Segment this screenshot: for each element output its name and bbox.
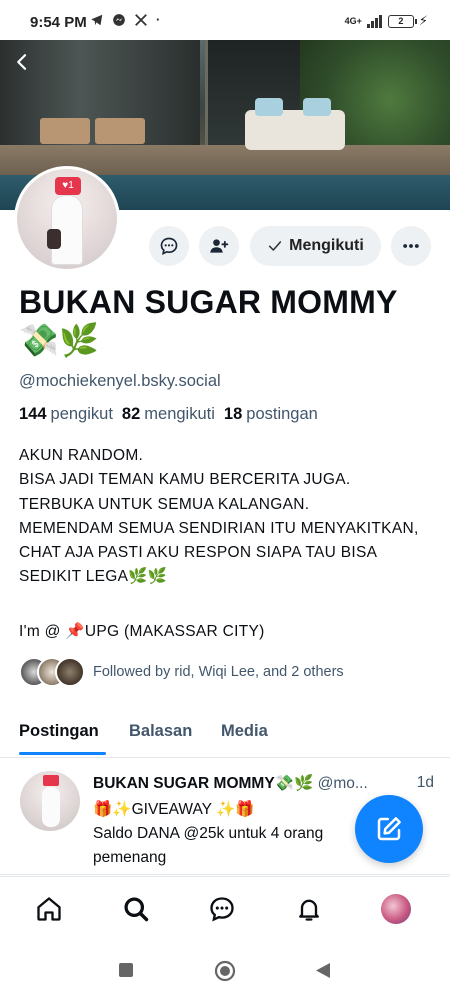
signal-icon [366, 14, 382, 28]
posts-label: postingan [246, 405, 318, 423]
profile-handle: @mochiekenyel.bsky.social [19, 372, 221, 390]
recents-button[interactable] [118, 962, 134, 983]
following-button[interactable]: Mengikuti [250, 226, 381, 266]
posts-stat: 18 postingan [224, 405, 318, 424]
post-author-avatar[interactable] [20, 771, 80, 831]
post-timestamp: 1d [412, 774, 434, 792]
system-status-icons: 4G+ 2 ⚡ [345, 13, 428, 29]
profile-avatar[interactable]: ♥1 [14, 166, 120, 272]
following-count: 82 [121, 405, 141, 423]
check-icon [269, 241, 282, 251]
post-header: BUKAN SUGAR MOMMY💸🌿 @mo... [93, 774, 438, 793]
post-author-handle: @mo... [317, 775, 368, 792]
active-tab-indicator [19, 752, 106, 755]
home-icon [37, 897, 61, 921]
add-person-button[interactable] [199, 226, 239, 266]
nav-search[interactable] [118, 891, 154, 927]
back-arrow-icon [17, 54, 27, 70]
square-icon [119, 963, 133, 977]
avatar-bag [47, 229, 61, 249]
home-system-button[interactable] [214, 960, 236, 987]
tab-posts[interactable]: Postingan [19, 722, 99, 741]
followers-label: pengikut [50, 405, 113, 423]
following-label: mengikuti [144, 405, 215, 423]
battery-icon: 2 [387, 14, 417, 28]
more-notifications-dot: · [156, 12, 161, 27]
circle-icon [214, 960, 236, 982]
banner-chair [95, 118, 145, 144]
avatar-heart-sticker: ♥1 [55, 177, 81, 195]
x-icon [135, 13, 147, 26]
followed-by-text[interactable]: Followed by rid, Wiqi Lee, and 2 others [93, 664, 344, 680]
system-navigation-bar [0, 940, 450, 1000]
profile-bio: AKUN RANDOM. BISA JADI TEMAN KAMU BERCER… [19, 447, 419, 586]
nav-profile[interactable] [378, 891, 414, 927]
back-system-button[interactable] [315, 962, 331, 984]
compose-button[interactable] [355, 795, 423, 863]
banner-chair [40, 118, 90, 144]
nav-chat[interactable] [204, 891, 240, 927]
nav-home[interactable] [31, 891, 67, 927]
message-button[interactable] [149, 226, 189, 266]
messenger-icon [113, 13, 125, 26]
profile-stats: 144 pengikut 82 mengikuti 18 postingan [19, 405, 318, 424]
display-name: BUKAN SUGAR MOMMY 💸🌿 [19, 284, 397, 358]
nav-notifications[interactable] [291, 891, 327, 927]
telegram-icon [91, 14, 103, 25]
tab-media[interactable]: Media [221, 722, 268, 741]
avatar-heart-sticker [43, 775, 59, 786]
network-type: 4G+ [344, 16, 362, 26]
bell-icon [299, 899, 319, 921]
compose-icon [377, 817, 401, 841]
chat-bubble-icon [160, 237, 178, 255]
avatar-figure [42, 787, 60, 827]
avatar [381, 894, 411, 924]
chat-icon [210, 897, 234, 922]
post-author-name[interactable]: BUKAN SUGAR MOMMY💸🌿 [93, 775, 313, 792]
profile-location: I'm @ 📌UPG (MAKASSAR CITY) [19, 623, 265, 640]
avatar [55, 657, 85, 687]
posts-count: 18 [223, 405, 243, 423]
person-add-icon [210, 239, 229, 253]
known-followers-avatars[interactable] [19, 657, 85, 687]
status-time: 9:54 PM [30, 14, 87, 31]
back-button[interactable] [6, 48, 38, 80]
notification-icons: · [90, 12, 160, 27]
followers-count: 144 [19, 405, 47, 423]
banner-sofa [245, 98, 345, 150]
followers-stat[interactable]: 144 pengikut [19, 405, 113, 424]
charging-icon: ⚡ [418, 13, 428, 28]
tab-replies[interactable]: Balasan [129, 722, 192, 741]
following-stat[interactable]: 82 mengikuti [122, 405, 215, 424]
following-button-label: Mengikuti [289, 237, 364, 254]
more-horizontal-icon [403, 244, 419, 248]
status-bar: 9:54 PM · 4G+ 2 ⚡ [0, 0, 450, 40]
search-icon [124, 897, 149, 922]
profile-tabs: Postingan Balasan Media [0, 712, 450, 758]
triangle-back-icon [316, 963, 330, 978]
more-options-button[interactable] [391, 226, 431, 266]
bottom-navigation [0, 876, 450, 940]
